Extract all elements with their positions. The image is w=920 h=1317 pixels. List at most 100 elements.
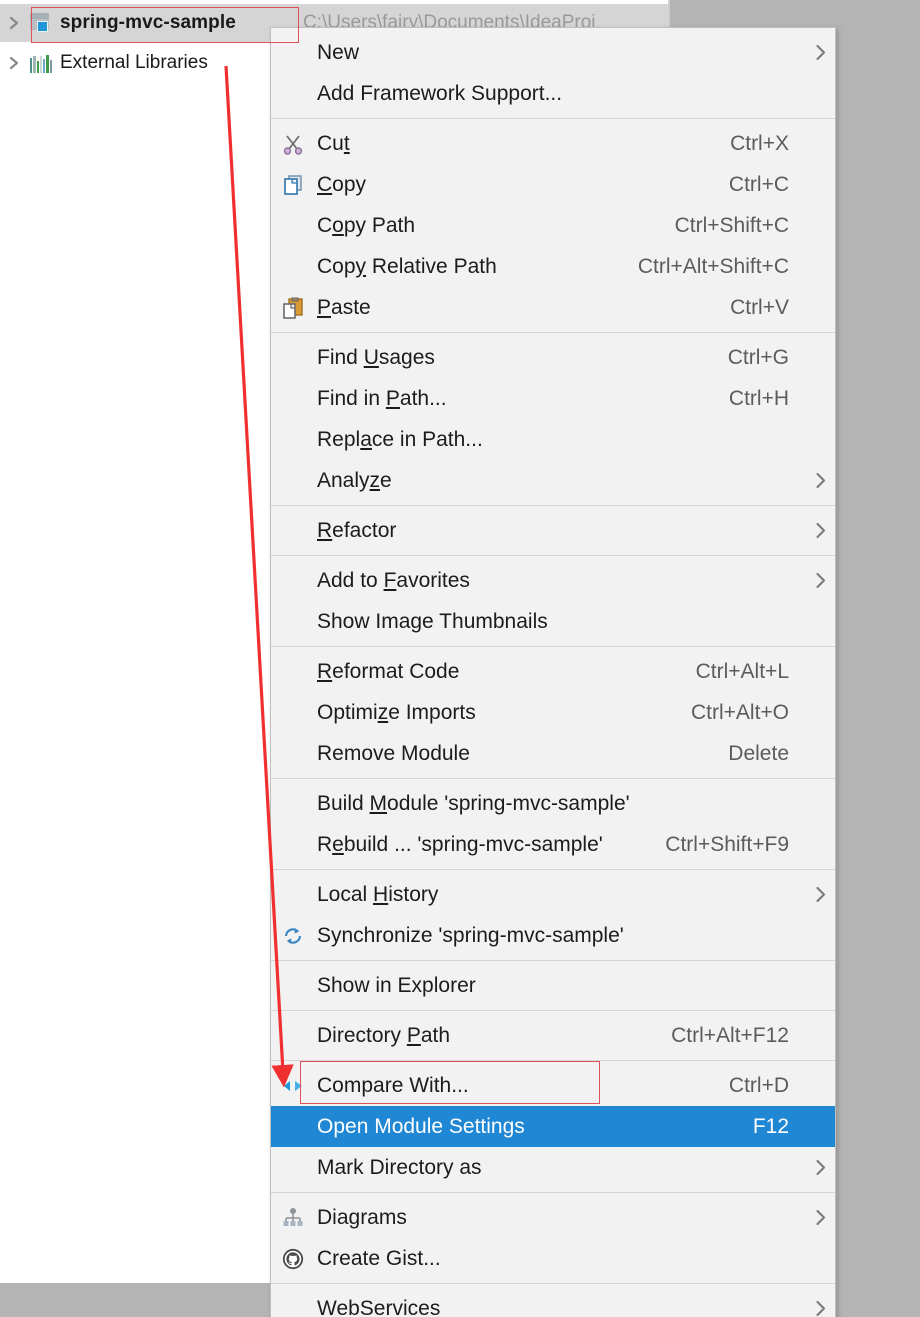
context-menu[interactable]: New Add Framework Support... Cut Ctrl+X Copy…	[270, 27, 836, 1317]
menu-item-shortcut: Ctrl+Alt+O	[690, 700, 789, 724]
menu-item-label: Find in Path...	[317, 386, 447, 410]
menu-item-label: Paste	[317, 295, 371, 319]
menu-item-show-in-explorer[interactable]: Show in Explorer	[271, 965, 835, 1006]
menu-item-icon-slot	[273, 460, 315, 501]
menu-item-label: Rebuild ... 'spring-mvc-sample'	[317, 832, 603, 856]
menu-item-label: Add to Favorites	[317, 568, 470, 592]
menu-item-label: Reformat Code	[317, 659, 460, 683]
menu-item-icon-slot	[273, 601, 315, 642]
github-octocat-icon	[273, 1238, 315, 1279]
menu-item-icon-slot	[273, 419, 315, 460]
menu-item-icon-slot	[273, 1106, 315, 1147]
menu-item-icon-slot	[273, 965, 315, 1006]
external-libraries-label: External Libraries	[60, 52, 208, 73]
menu-item-label: Copy Path	[317, 213, 416, 237]
menu-item-analyze[interactable]: Analyze	[271, 460, 835, 501]
menu-item-icon-slot	[273, 337, 315, 378]
menu-item-copy[interactable]: Copy Ctrl+C	[271, 164, 835, 205]
menu-item-optimize-imports[interactable]: Optimize Imports Ctrl+Alt+O	[271, 692, 835, 733]
menu-item-add-framework-support[interactable]: Add Framework Support...	[271, 73, 835, 114]
menu-item-shortcut: Ctrl+G	[727, 345, 789, 369]
menu-item-refactor[interactable]: Refactor	[271, 510, 835, 551]
menu-item-reformat-code[interactable]: Reformat Code Ctrl+Alt+L	[271, 651, 835, 692]
menu-item-label: Copy Relative Path	[317, 254, 497, 278]
menu-item-label: WebServices	[317, 1296, 441, 1317]
menu-item-shortcut: Delete	[728, 741, 789, 765]
menu-item-synchronize-spring-mvc-sample[interactable]: Synchronize 'spring-mvc-sample'	[271, 915, 835, 956]
menu-item-icon-slot	[273, 783, 315, 824]
synchronize-icon	[273, 915, 315, 956]
menu-item-label: Analyze	[317, 468, 392, 492]
menu-item-copy-relative-path[interactable]: Copy Relative Path Ctrl+Alt+Shift+C	[271, 246, 835, 287]
menu-item-icon-slot	[273, 651, 315, 692]
menu-separator	[271, 332, 835, 333]
menu-item-shortcut: Ctrl+D	[728, 1073, 789, 1097]
menu-item-add-to-favorites[interactable]: Add to Favorites	[271, 560, 835, 601]
submenu-chevron-right-icon	[805, 44, 835, 61]
menu-item-label: Show in Explorer	[317, 973, 476, 997]
submenu-chevron-right-icon	[805, 522, 835, 539]
diagrams-icon	[273, 1197, 315, 1238]
menu-item-paste[interactable]: Paste Ctrl+V	[271, 287, 835, 328]
menu-item-rebuild-spring-mvc-sample[interactable]: Rebuild ... 'spring-mvc-sample' Ctrl+Shif…	[271, 824, 835, 865]
menu-item-shortcut: Ctrl+H	[728, 386, 789, 410]
menu-item-mark-directory-as[interactable]: Mark Directory as	[271, 1147, 835, 1188]
menu-item-icon-slot	[273, 1288, 315, 1317]
submenu-chevron-right-icon	[805, 1159, 835, 1176]
menu-item-shortcut: F12	[752, 1114, 789, 1138]
menu-item-label: Diagrams	[317, 1205, 407, 1229]
annotation-box-open-module-settings	[300, 1061, 600, 1104]
menu-item-label: Refactor	[317, 518, 397, 542]
menu-item-label: Show Image Thumbnails	[317, 609, 548, 633]
menu-item-shortcut: Ctrl+Alt+Shift+C	[637, 254, 789, 278]
menu-separator	[271, 118, 835, 119]
chevron-right-icon[interactable]	[0, 4, 28, 42]
menu-item-replace-in-path[interactable]: Replace in Path...	[271, 419, 835, 460]
menu-item-create-gist[interactable]: Create Gist...	[271, 1238, 835, 1279]
menu-item-find-usages[interactable]: Find Usages Ctrl+G	[271, 337, 835, 378]
menu-item-show-image-thumbnails[interactable]: Show Image Thumbnails	[271, 601, 835, 642]
menu-item-webservices[interactable]: WebServices	[271, 1288, 835, 1317]
menu-item-cut[interactable]: Cut Ctrl+X	[271, 123, 835, 164]
menu-item-label: Remove Module	[317, 741, 470, 765]
menu-item-label: Build Module 'spring-mvc-sample'	[317, 791, 630, 815]
scissors-icon	[273, 123, 315, 164]
paste-icon	[273, 287, 315, 328]
menu-separator	[271, 1283, 835, 1284]
menu-item-find-in-path[interactable]: Find in Path... Ctrl+H	[271, 378, 835, 419]
menu-item-icon-slot	[273, 73, 315, 114]
menu-item-icon-slot	[273, 246, 315, 287]
menu-item-icon-slot	[273, 1147, 315, 1188]
submenu-chevron-right-icon	[805, 472, 835, 489]
menu-item-label: Local History	[317, 882, 439, 906]
menu-item-label: Replace in Path...	[317, 427, 483, 451]
menu-item-local-history[interactable]: Local History	[271, 874, 835, 915]
menu-item-new[interactable]: New	[271, 32, 835, 73]
menu-item-icon-slot	[273, 205, 315, 246]
menu-item-copy-path[interactable]: Copy Path Ctrl+Shift+C	[271, 205, 835, 246]
screen: spring-mvc-sample C:\Users\fairy\Documen…	[0, 0, 920, 1317]
menu-item-directory-path[interactable]: Directory Path Ctrl+Alt+F12	[271, 1015, 835, 1056]
menu-item-label: Optimize Imports	[317, 700, 476, 724]
menu-separator	[271, 869, 835, 870]
menu-item-icon-slot	[273, 378, 315, 419]
menu-item-remove-module[interactable]: Remove Module Delete	[271, 733, 835, 774]
menu-separator	[271, 555, 835, 556]
menu-item-icon-slot	[273, 733, 315, 774]
menu-item-shortcut: Ctrl+Shift+C	[674, 213, 789, 237]
menu-item-open-module-settings[interactable]: Open Module Settings F12	[271, 1106, 835, 1147]
menu-item-label: Synchronize 'spring-mvc-sample'	[317, 923, 624, 947]
submenu-chevron-right-icon	[805, 886, 835, 903]
menu-separator	[271, 1010, 835, 1011]
menu-item-label: Directory Path	[317, 1023, 451, 1047]
annotation-box-module	[31, 7, 299, 43]
menu-item-build-module-spring-mvc-sample[interactable]: Build Module 'spring-mvc-sample'	[271, 783, 835, 824]
menu-separator	[271, 646, 835, 647]
menu-item-diagrams[interactable]: Diagrams	[271, 1197, 835, 1238]
menu-item-icon-slot	[273, 560, 315, 601]
menu-item-label: New	[317, 40, 360, 64]
menu-item-shortcut: Ctrl+C	[728, 172, 789, 196]
menu-item-shortcut: Ctrl+X	[730, 131, 789, 155]
chevron-right-icon[interactable]	[0, 44, 28, 82]
external-libraries-icon	[28, 50, 54, 76]
